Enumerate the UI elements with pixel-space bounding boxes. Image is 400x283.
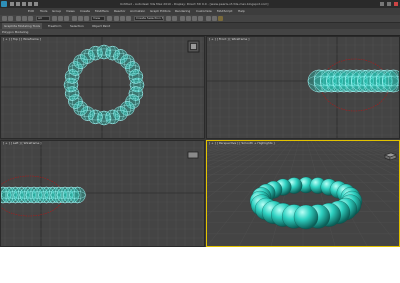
render-setup-button[interactable] [206,16,211,21]
necklace-wireframe-top [63,44,145,126]
pearl-wireframe [69,186,86,204]
maximize-icon[interactable] [387,2,391,6]
necklace-wireframe-left [1,175,86,217]
menu-bar: Edit Tools Group Views Create Modifiers … [0,8,400,15]
select-link-button[interactable] [16,16,21,21]
undo-button[interactable] [2,16,7,21]
reference-coordinate-dropdown[interactable]: View [91,16,105,21]
select-object-button[interactable] [52,16,57,21]
menu-animation[interactable]: Animation [130,8,145,15]
menu-rendering[interactable]: Rendering [175,8,190,15]
menu-help[interactable]: Help [238,8,245,15]
menu-edit[interactable]: Edit [28,8,34,15]
viewport-grid [207,141,399,246]
window-title: Untitled - Autodesk 3ds Max 2010 - Displ… [120,2,269,6]
viewcube-icon[interactable] [187,40,200,53]
menu-modifiers[interactable]: Modifiers [95,8,109,15]
viewport-front-label[interactable]: [ + ] [ Front ] [ Wireframe ] [209,37,249,42]
pivot-center-button[interactable] [107,16,112,21]
redo-icon[interactable] [34,2,38,6]
render-production-button[interactable] [218,16,223,21]
perspective-viewport-scene [207,141,399,246]
unlink-button[interactable] [22,16,27,21]
title-bar: Untitled - Autodesk 3ds Max 2010 - Displ… [0,0,400,8]
viewcube-icon[interactable] [187,151,199,159]
viewport-left[interactable]: [ + ] [ Left ] [ Wireframe ] [0,140,205,247]
menu-tools[interactable]: Tools [40,8,47,15]
new-file-icon[interactable] [10,2,14,6]
polygon-modeling-panel[interactable]: Polygon Modeling [2,29,28,35]
pearl-wireframe [128,69,144,84]
save-file-icon[interactable] [22,2,26,6]
front-viewport-scene [207,37,399,138]
select-scale-button[interactable] [84,16,89,21]
bind-space-warp-button[interactable] [28,16,33,21]
app-window: Untitled - Autodesk 3ds Max 2010 - Displ… [0,0,400,247]
viewport-left-label[interactable]: [ + ] [ Left ] [ Wireframe ] [3,141,41,146]
rectangular-selection-button[interactable] [64,16,69,21]
menu-reactor[interactable]: Reactor [114,8,126,15]
viewcube-icon[interactable] [383,151,397,161]
layer-manager-button[interactable] [180,16,185,21]
pearl-shaded [293,204,319,230]
viewport-top-label[interactable]: [ + ] [ Top ] [ Wireframe ] [3,37,41,42]
percent-snap-button[interactable] [126,16,131,21]
left-viewport-scene [1,141,204,246]
menu-customize[interactable]: Customize [196,8,212,15]
minimize-icon[interactable] [380,2,384,6]
app-logo-icon[interactable] [1,1,7,7]
mirror-button[interactable] [166,16,171,21]
necklace-wireframe-front [307,58,399,112]
viewport-top[interactable]: [ + ] [ Top ] [ Wireframe ] [0,36,205,139]
undo-icon[interactable] [28,2,32,6]
menu-maxscript[interactable]: MAXScript [217,8,232,15]
material-editor-button[interactable] [198,16,203,21]
curve-editor-button[interactable] [186,16,191,21]
snap-toggle-button[interactable] [114,16,119,21]
viewport-perspective-label[interactable]: [ + ] [ Perspective ] [ Smooth + Highlig… [209,141,275,146]
select-move-button[interactable] [72,16,77,21]
viewport-perspective[interactable]: [ + ] [ Perspective ] [ Smooth + Highlig… [206,140,400,247]
ribbon-panel-bar: Polygon Modeling [0,29,400,36]
menu-create[interactable]: Create [80,8,90,15]
close-icon[interactable] [394,2,398,6]
redo-button[interactable] [8,16,13,21]
selection-filter-dropdown[interactable]: All [36,16,50,21]
rendered-frame-window-button[interactable] [212,16,217,21]
top-viewport-scene [1,37,204,138]
main-toolbar: All View Create Selection Set [0,15,400,23]
viewport-front[interactable]: [ + ] [ Front ] [ Wireframe ] [206,36,400,139]
menu-views[interactable]: Views [66,8,75,15]
menu-graph-editors[interactable]: Graph Editors [150,8,171,15]
select-by-name-button[interactable] [58,16,63,21]
align-button[interactable] [172,16,177,21]
named-selection-dropdown[interactable]: Create Selection Set [134,16,164,21]
menu-group[interactable]: Group [52,8,61,15]
schematic-view-button[interactable] [192,16,197,21]
necklace-shaded-perspective [249,176,363,230]
select-rotate-button[interactable] [78,16,83,21]
open-file-icon[interactable] [16,2,20,6]
angle-snap-button[interactable] [120,16,125,21]
